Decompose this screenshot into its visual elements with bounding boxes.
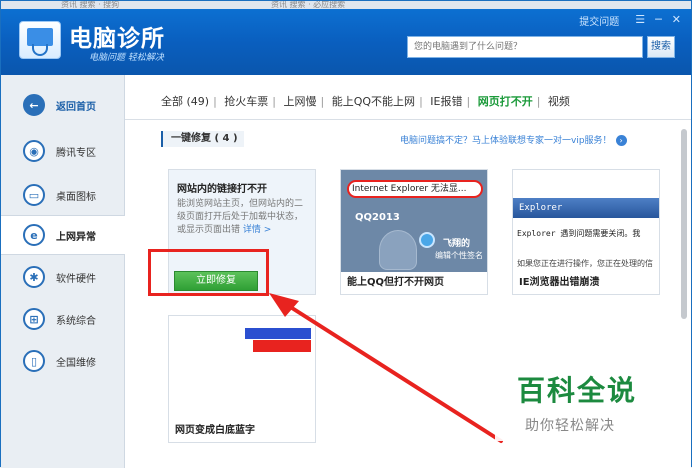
avatar bbox=[379, 230, 417, 270]
feedback-link[interactable]: 提交问题 bbox=[579, 13, 619, 28]
fix-card-qq-no-web[interactable]: Internet Explorer 无法显... QQ2013 飞翔的 编辑个性… bbox=[340, 169, 488, 295]
sidebar-item-label: 系统综合 bbox=[56, 315, 96, 327]
category-tab-page-open[interactable]: 网页打不开 bbox=[478, 95, 533, 108]
status-dot-icon bbox=[419, 232, 435, 248]
card-caption: IE浏览器出错崩溃 bbox=[513, 272, 659, 294]
search-input[interactable] bbox=[408, 37, 642, 57]
close-icon[interactable]: ✕ bbox=[672, 13, 681, 28]
search-box bbox=[407, 36, 643, 58]
card-desc: 能浏览网站主页，但网站内的二级页面打开后处于加载中状态，或显示页面出错 详情 > bbox=[177, 198, 311, 237]
minimize-icon[interactable]: ─ bbox=[655, 13, 662, 28]
watermark: 百科全说 助你轻松解决 bbox=[495, 359, 667, 441]
vip-service-text: 电脑问题搞不定？马上体验联想专家一对一vip服务！ bbox=[400, 136, 612, 146]
browser-tab[interactable]: 资讯 搜索 · 搜狗 bbox=[61, 1, 119, 9]
scrollbar[interactable] bbox=[681, 129, 687, 319]
ie-icon: e bbox=[23, 224, 45, 246]
app-slogan: 电脑问题 轻松解决 bbox=[89, 53, 164, 63]
chevron-right-icon: › bbox=[615, 135, 627, 146]
details-link[interactable]: 详情 > bbox=[243, 225, 271, 235]
sidebar-item-label: 返回首页 bbox=[56, 101, 96, 113]
watermark-slogan: 助你轻松解决 bbox=[525, 418, 615, 434]
fix-card-ie-crash[interactable]: Explorer Explorer 遇到问题需要关闭。我 如果您正在进行操作，您… bbox=[512, 169, 660, 295]
browser-tab[interactable]: 资讯 搜索 · 必应搜索 bbox=[271, 1, 345, 9]
section-title: 一键修复 ( 4 ) bbox=[161, 131, 244, 147]
ie-error-title: Internet Explorer 无法显... bbox=[347, 180, 483, 198]
error-dialog-bar: Explorer bbox=[513, 198, 659, 218]
windows-icon: ⊞ bbox=[23, 308, 45, 330]
card-caption: 能上QQ但打不开网页 bbox=[341, 272, 487, 294]
app-brand: 电脑诊所 bbox=[69, 26, 165, 52]
category-tab-train[interactable]: 抢火车票 bbox=[224, 95, 268, 108]
sidebar-item-software[interactable]: ✱ 软件硬件 bbox=[1, 257, 125, 297]
qq-nickname: 飞翔的 bbox=[443, 239, 471, 249]
card-caption: 网页变成白底蓝字 bbox=[169, 420, 315, 442]
app-window: 资讯 搜索 · 搜狗 资讯 搜索 · 必应搜索 电脑诊所 电脑问题 轻松解决 提… bbox=[0, 0, 692, 468]
broken-webpage-thumbnail bbox=[173, 320, 313, 416]
card-title: 网站内的链接打不开 bbox=[177, 184, 267, 195]
sidebar-item-label: 腾讯专区 bbox=[56, 147, 96, 159]
error-message-2: 如果您正在进行操作，您正在处理的信 bbox=[517, 259, 653, 268]
sidebar: ← 返回首页 ◉ 腾讯专区 ▭ 桌面图标 e 上网异常 ✱ 软件硬件 ⊞ 系统综… bbox=[1, 75, 125, 468]
sidebar-item-network[interactable]: e 上网异常 bbox=[1, 215, 125, 255]
menu-icon[interactable]: ☰ bbox=[635, 13, 645, 28]
category-tab-video[interactable]: 视频 bbox=[548, 95, 570, 108]
title-bar: 资讯 搜索 · 搜狗 资讯 搜索 · 必应搜索 电脑诊所 电脑问题 轻松解决 提… bbox=[1, 1, 691, 75]
back-arrow-icon: ← bbox=[23, 94, 45, 116]
penguin-icon: ◉ bbox=[23, 140, 45, 162]
sidebar-item-system[interactable]: ⊞ 系统综合 bbox=[1, 299, 125, 339]
highlight-box bbox=[148, 249, 269, 296]
search-button[interactable]: 搜索 bbox=[647, 36, 675, 58]
category-tab-ie-error[interactable]: IE报错 bbox=[430, 95, 462, 108]
category-tab-qq[interactable]: 能上QQ不能上网 bbox=[332, 95, 415, 108]
sidebar-item-repair[interactable]: ▯ 全国维修 bbox=[1, 341, 125, 381]
card-desc-text: 能浏览网站主页，但网站内的二级页面打开后处于加载中状态，或显示页面出错 bbox=[177, 199, 304, 235]
sidebar-item-label: 上网异常 bbox=[56, 231, 96, 243]
watermark-title: 百科全说 bbox=[517, 374, 638, 407]
category-tab-all[interactable]: 全部 (49) bbox=[161, 95, 209, 108]
divider bbox=[125, 119, 691, 120]
desktop-icon: ▭ bbox=[23, 184, 45, 206]
sidebar-item-tencent[interactable]: ◉ 腾讯专区 bbox=[1, 131, 125, 171]
sidebar-item-label: 软件硬件 bbox=[56, 273, 96, 285]
fix-card-white-blue[interactable]: 网页变成白底蓝字 bbox=[168, 315, 316, 443]
sidebar-item-label: 桌面图标 bbox=[56, 191, 96, 203]
error-message: Explorer 遇到问题需要关闭。我 bbox=[517, 229, 641, 238]
browser-tab-strip: 资讯 搜索 · 搜狗 资讯 搜索 · 必应搜索 bbox=[1, 1, 691, 9]
software-icon: ✱ bbox=[23, 266, 45, 288]
vip-service-link[interactable]: 电脑问题搞不定？马上体验联想专家一对一vip服务！ › bbox=[400, 133, 627, 146]
app-logo-icon bbox=[19, 21, 61, 59]
sidebar-item-home[interactable]: ← 返回首页 bbox=[1, 85, 125, 125]
sidebar-item-desktop[interactable]: ▭ 桌面图标 bbox=[1, 175, 125, 215]
category-tab-slow[interactable]: 上网慢 bbox=[284, 95, 317, 108]
sidebar-item-label: 全国维修 bbox=[56, 357, 96, 369]
qq-signature: 编辑个性签名 bbox=[435, 251, 483, 260]
phone-icon: ▯ bbox=[23, 350, 45, 372]
qq-version: QQ2013 bbox=[355, 212, 400, 223]
category-bar: 全部 (49) | 抢火车票 | 上网慢 | 能上QQ不能上网 | IE报错 | 网页打不… bbox=[161, 95, 570, 108]
window-controls: 提交问题 ☰ ─ ✕ bbox=[579, 13, 681, 28]
